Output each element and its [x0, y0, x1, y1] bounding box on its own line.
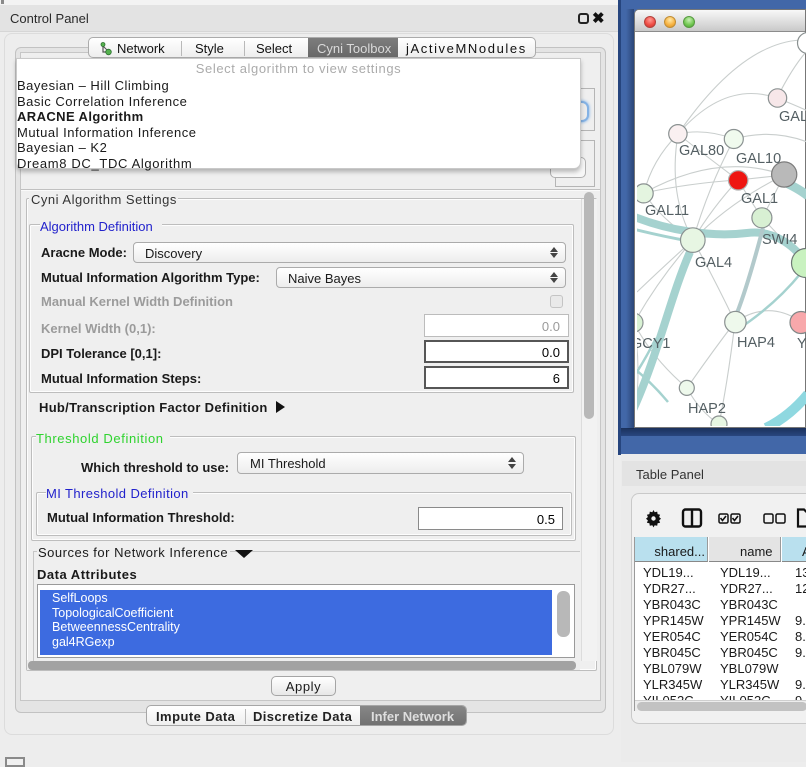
- svg-text:HAP4: HAP4: [737, 335, 775, 351]
- svg-text:GAL4: GAL4: [695, 255, 732, 271]
- svg-text:SWI4: SWI4: [762, 232, 797, 248]
- svg-text:GCY1: GCY1: [637, 336, 671, 352]
- svg-text:GAL10: GAL10: [736, 151, 781, 167]
- svg-text:HAP2: HAP2: [688, 401, 726, 417]
- svg-text:GAL11: GAL11: [645, 203, 689, 219]
- svg-text:GAL1: GAL1: [741, 191, 778, 207]
- svg-text:Y: Y: [797, 336, 806, 352]
- svg-text:GAL80: GAL80: [679, 143, 724, 159]
- svg-text:GAL: GAL: [779, 109, 806, 125]
